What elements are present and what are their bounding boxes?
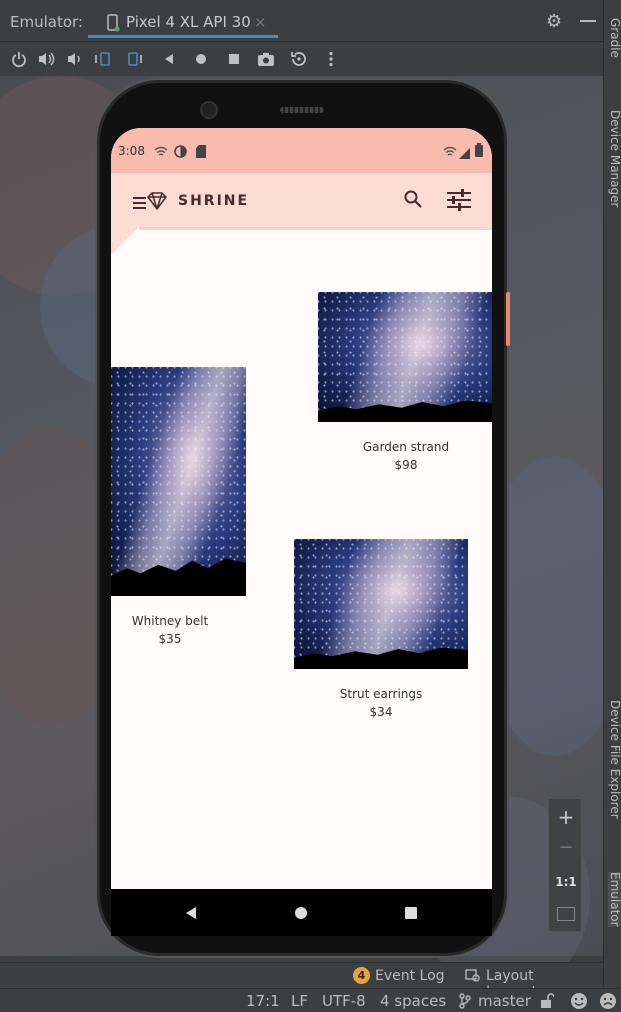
file-encoding[interactable]: UTF-8 xyxy=(322,992,366,1010)
device-screen[interactable]: 3:08 SHRINE Garden strand $98 Whitney be… xyxy=(111,128,492,936)
zoom-in-button[interactable]: + xyxy=(549,805,583,829)
emulator-tab[interactable]: Emulator xyxy=(608,872,621,927)
volume-up-icon[interactable] xyxy=(35,48,57,70)
android-status-bar: 3:08 xyxy=(111,128,492,173)
indent-setting[interactable]: 4 spaces xyxy=(380,992,446,1010)
line-separator[interactable]: LF xyxy=(291,992,308,1010)
product-image-whitney-belt[interactable] xyxy=(111,367,246,596)
git-branch[interactable]: master xyxy=(478,992,531,1010)
wifi-signal-icon xyxy=(443,143,457,162)
device-manager-tab[interactable]: Device Manager xyxy=(608,110,621,207)
rotate-right-icon[interactable] xyxy=(124,48,146,70)
product-price-garden-strand: $98 xyxy=(394,458,418,472)
tune-filter-icon[interactable] xyxy=(447,189,471,215)
product-price-whitney-belt: $35 xyxy=(158,632,182,646)
event-log-count-badge: 4 xyxy=(353,967,370,984)
device-tab[interactable]: Pixel 4 XL API 30 × xyxy=(88,4,278,38)
device-file-explorer-tab[interactable]: Device File Explorer xyxy=(608,700,621,819)
event-log-tab[interactable]: Event Log xyxy=(375,968,445,984)
backdrop-front-layer xyxy=(111,227,492,257)
product-name-whitney-belt: Whitney belt xyxy=(131,614,209,628)
nav-home-icon[interactable] xyxy=(294,905,308,924)
front-layer-edge xyxy=(139,227,492,230)
app-bar xyxy=(111,173,492,227)
zoom-out-button[interactable]: − xyxy=(549,837,583,858)
happy-face-icon[interactable] xyxy=(570,992,588,1012)
front-camera xyxy=(200,101,218,119)
emulator-window-header: Emulator: Pixel 4 XL API 30 × ⚙ xyxy=(0,0,608,42)
product-name-strut-earrings: Strut earrings xyxy=(339,687,423,701)
rotate-left-icon[interactable] xyxy=(92,48,114,70)
status-time: 3:08 xyxy=(118,144,145,158)
camera-icon[interactable] xyxy=(255,48,277,70)
data-saver-icon xyxy=(174,143,187,162)
tool-windows-bar: 4 Event Log Layout Inspector xyxy=(0,962,603,1000)
earpiece-speaker xyxy=(280,107,324,113)
nav-overview-icon[interactable] xyxy=(404,905,418,924)
phone-device-icon xyxy=(106,14,120,36)
battery-icon xyxy=(475,142,483,161)
emulator-toolbar xyxy=(0,42,608,76)
cell-signal-icon xyxy=(459,144,470,163)
wifi-status-icon xyxy=(154,143,168,162)
layout-inspector-icon xyxy=(465,968,481,987)
snapshot-icon[interactable] xyxy=(288,48,310,70)
menu-diamond-icon[interactable] xyxy=(133,192,167,218)
lock-open-icon[interactable] xyxy=(540,993,555,1012)
caret-position[interactable]: 17:1 xyxy=(246,992,280,1010)
more-icon[interactable] xyxy=(320,48,342,70)
zoom-controls: + − 1:1 xyxy=(548,798,582,932)
back-icon[interactable] xyxy=(158,48,180,70)
android-nav-bar xyxy=(111,889,492,936)
search-icon[interactable] xyxy=(403,189,423,213)
volume-down-icon[interactable] xyxy=(63,48,85,70)
home-icon[interactable] xyxy=(190,48,212,70)
right-tool-stripe: Gradle Device Manager Device File Explor… xyxy=(603,0,621,1012)
product-name-garden-strand: Garden strand xyxy=(362,440,450,454)
overview-icon[interactable] xyxy=(223,48,245,70)
hide-minimize-icon[interactable] xyxy=(580,20,596,22)
phone-side-button[interactable] xyxy=(506,292,510,346)
device-tab-label: Pixel 4 XL API 30 xyxy=(126,13,251,31)
tab-close-icon[interactable]: × xyxy=(254,13,267,31)
emulator-label: Emulator: xyxy=(10,13,83,31)
ide-status-bar: 17:1 LF UTF-8 4 spaces master xyxy=(0,988,621,1012)
gradle-tab[interactable]: Gradle xyxy=(608,18,621,58)
app-title: SHRINE xyxy=(178,193,250,209)
sd-card-icon xyxy=(196,143,206,162)
front-layer-cut-corner xyxy=(111,227,139,255)
nav-back-icon[interactable] xyxy=(184,905,198,924)
settings-gear-icon[interactable]: ⚙ xyxy=(546,11,562,32)
power-icon[interactable] xyxy=(8,48,30,70)
product-image-strut-earrings[interactable] xyxy=(294,539,468,669)
git-branch-icon xyxy=(459,993,471,1012)
product-image-garden-strand[interactable] xyxy=(318,292,492,422)
sad-face-icon[interactable] xyxy=(599,992,617,1012)
zoom-fit-icon[interactable] xyxy=(557,907,575,921)
product-price-strut-earrings: $34 xyxy=(369,705,393,719)
zoom-actual-size-button[interactable]: 1:1 xyxy=(549,875,583,889)
